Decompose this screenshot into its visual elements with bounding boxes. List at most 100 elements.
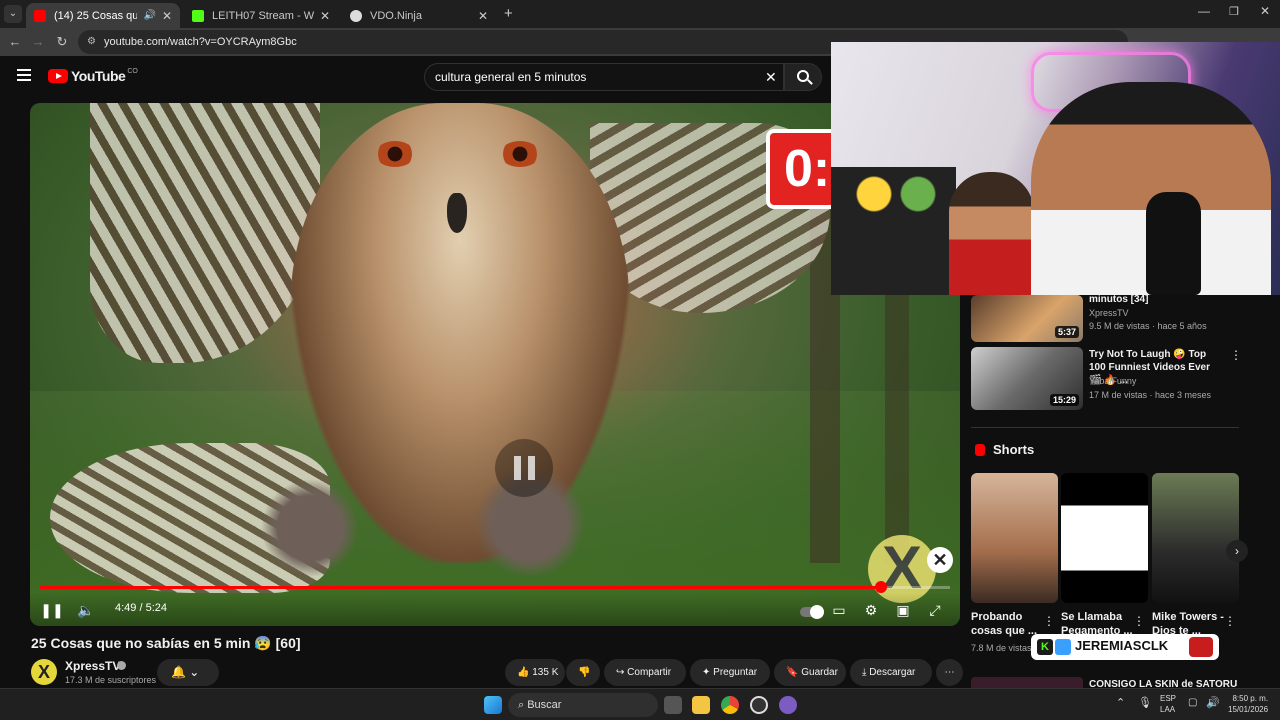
- settings-icon[interactable]: ⚙: [859, 598, 883, 622]
- miniplayer-icon[interactable]: ▣: [891, 598, 915, 622]
- player-controls: ❚❚ 🔈 4:49 / 5:24 ▭ ⚙ ▣ ⤢: [30, 593, 960, 626]
- sidebar-video-channel[interactable]: XpressTV: [1089, 307, 1129, 320]
- task-view-icon[interactable]: [664, 696, 682, 714]
- search-button[interactable]: [784, 63, 822, 91]
- fullscreen-icon[interactable]: ⤢: [923, 598, 947, 622]
- save-button[interactable]: 🔖 Guardar: [774, 659, 846, 686]
- channel-name[interactable]: XpressTV: [65, 659, 120, 673]
- language-indicator[interactable]: ESP LAA: [1160, 693, 1176, 715]
- video-title: 25 Cosas que no sabías en 5 min 😰 [60]: [31, 635, 301, 651]
- sidebar-video-title[interactable]: minutos [34]: [1089, 293, 1148, 306]
- video-player[interactable]: 0: X ✕ ❚❚ 🔈 4:49 / 5:24 ▭ ⚙ ▣ ⤢: [30, 103, 960, 626]
- sidebar-video-thumbnail[interactable]: 5:37: [971, 295, 1083, 342]
- start-icon[interactable]: [484, 696, 502, 714]
- verified-icon: [117, 661, 126, 670]
- owl-eye: [375, 141, 415, 167]
- captions-icon[interactable]: ▭: [827, 598, 851, 622]
- tab-kick[interactable]: LEITH07 Stream - Watch Live o ✕: [184, 3, 338, 28]
- more-options-icon[interactable]: ⋮: [1230, 348, 1242, 362]
- country-code: CO: [127, 67, 138, 75]
- video-duration: 15:29: [1049, 394, 1079, 406]
- minimize-button[interactable]: —: [1198, 4, 1210, 18]
- back-button[interactable]: ←: [6, 33, 24, 51]
- close-window-button[interactable]: ✕: [1260, 4, 1270, 18]
- clock-time: 8:50 p. m.: [1232, 694, 1269, 703]
- owl-eye: [500, 141, 540, 167]
- forward-button[interactable]: →: [29, 33, 47, 51]
- autoplay-toggle[interactable]: [798, 598, 826, 622]
- close-icon[interactable]: ✕: [162, 9, 172, 23]
- sidebar-video-meta: 9.5 M de vistas · hace 5 años: [1089, 321, 1207, 331]
- youtube-favicon-icon: [34, 9, 46, 22]
- search-input[interactable]: cultura general en 5 minutos ✕: [424, 63, 784, 91]
- tab-list-dropdown[interactable]: ⌄: [4, 5, 22, 23]
- menu-icon[interactable]: [17, 69, 31, 81]
- youtube-logo[interactable]: YouTube CO: [48, 68, 138, 84]
- vdoninja-favicon-icon: [350, 9, 362, 22]
- audio-icon[interactable]: 🔊: [143, 10, 155, 21]
- progress-bar[interactable]: [40, 581, 950, 593]
- shorts-next-button[interactable]: ›: [1226, 540, 1248, 562]
- dislike-button[interactable]: 👎: [566, 659, 600, 686]
- download-label: Descargar: [869, 667, 916, 678]
- progress-fill: [40, 586, 881, 589]
- ask-button[interactable]: ✦ Preguntar: [690, 659, 770, 686]
- ask-label: Preguntar: [713, 667, 758, 678]
- kick-favicon-icon: [192, 9, 204, 22]
- close-icon[interactable]: ✕: [478, 9, 488, 23]
- volume-icon[interactable]: 🔊: [1206, 696, 1220, 709]
- next-sidebar-thumbnail[interactable]: [971, 677, 1083, 688]
- notification-bell-button[interactable]: 🔔 ⌄: [157, 659, 219, 686]
- progress-scrubber[interactable]: [874, 581, 887, 593]
- share-button[interactable]: ↪ Compartir: [604, 659, 686, 686]
- network-icon[interactable]: ▢: [1188, 697, 1197, 708]
- save-label: Guardar: [801, 667, 838, 678]
- shorts-icon: [975, 444, 985, 456]
- search-value: cultura general en 5 minutos: [435, 70, 587, 84]
- child: [949, 172, 1034, 295]
- more-options-icon[interactable]: ⋮: [1133, 614, 1145, 628]
- short-thumbnail[interactable]: [1152, 473, 1239, 603]
- tab-youtube[interactable]: (14) 25 Cosas que no sabía 🔊 ✕: [26, 3, 180, 28]
- tab-label: (14) 25 Cosas que no sabía: [54, 9, 138, 22]
- clock[interactable]: 8:50 p. m. 15/01/2026: [1228, 693, 1268, 715]
- devil-emoji-icon: [1189, 637, 1213, 657]
- channel-avatar[interactable]: X: [31, 659, 57, 685]
- taskbar-search[interactable]: ⌕ Buscar: [508, 693, 658, 717]
- reload-button[interactable]: ↻: [53, 33, 71, 51]
- file-explorer-icon[interactable]: [692, 696, 710, 714]
- tab-vdoninja[interactable]: VDO.Ninja ✕: [342, 3, 496, 28]
- volume-icon[interactable]: 🔈: [74, 598, 98, 622]
- close-overlay-icon[interactable]: ✕: [927, 547, 953, 573]
- like-button[interactable]: 👍 135 K: [505, 659, 565, 686]
- restore-button[interactable]: ❐: [1229, 5, 1239, 18]
- microphone-icon[interactable]: 🎙: [1138, 696, 1152, 709]
- tray-chevron-icon[interactable]: ⌃: [1116, 696, 1125, 709]
- chrome-icon[interactable]: [721, 696, 739, 714]
- owl-beak: [447, 193, 467, 233]
- search-icon: ⌕: [518, 699, 528, 711]
- more-options-icon[interactable]: ⋮: [1224, 614, 1236, 628]
- like-count: 135 K: [532, 667, 559, 678]
- clock-date: 15/01/2026: [1228, 705, 1269, 714]
- youtube-header: YouTube CO cultura general en 5 minutos …: [0, 56, 830, 100]
- more-actions-button[interactable]: ⋯: [936, 659, 963, 686]
- platform-icon: [1055, 639, 1071, 655]
- short-thumbnail[interactable]: [971, 473, 1058, 603]
- short-thumbnail[interactable]: [1061, 473, 1148, 603]
- share-label: Compartir: [627, 667, 672, 678]
- new-tab-button[interactable]: +: [504, 5, 513, 22]
- sidebar-video-channel[interactable]: YabaiFunny: [1089, 375, 1136, 388]
- sidebar-video-thumbnail[interactable]: 15:29: [971, 347, 1083, 410]
- site-info-icon[interactable]: ⚙: [87, 30, 96, 54]
- pause-button[interactable]: ❚❚: [40, 598, 64, 622]
- short-title[interactable]: Probando cosas que ...: [971, 610, 1041, 638]
- download-button[interactable]: ⤓ Descargar: [850, 659, 932, 686]
- more-options-icon[interactable]: ⋮: [1043, 614, 1055, 628]
- sidebar-video-meta: 17 M de vistas · hace 3 meses: [1089, 390, 1212, 400]
- obs-icon[interactable]: [750, 696, 768, 714]
- kick-icon: K: [1037, 639, 1053, 655]
- close-icon[interactable]: ✕: [320, 9, 330, 23]
- clear-search-icon[interactable]: ✕: [765, 64, 777, 90]
- app-icon[interactable]: [779, 696, 797, 714]
